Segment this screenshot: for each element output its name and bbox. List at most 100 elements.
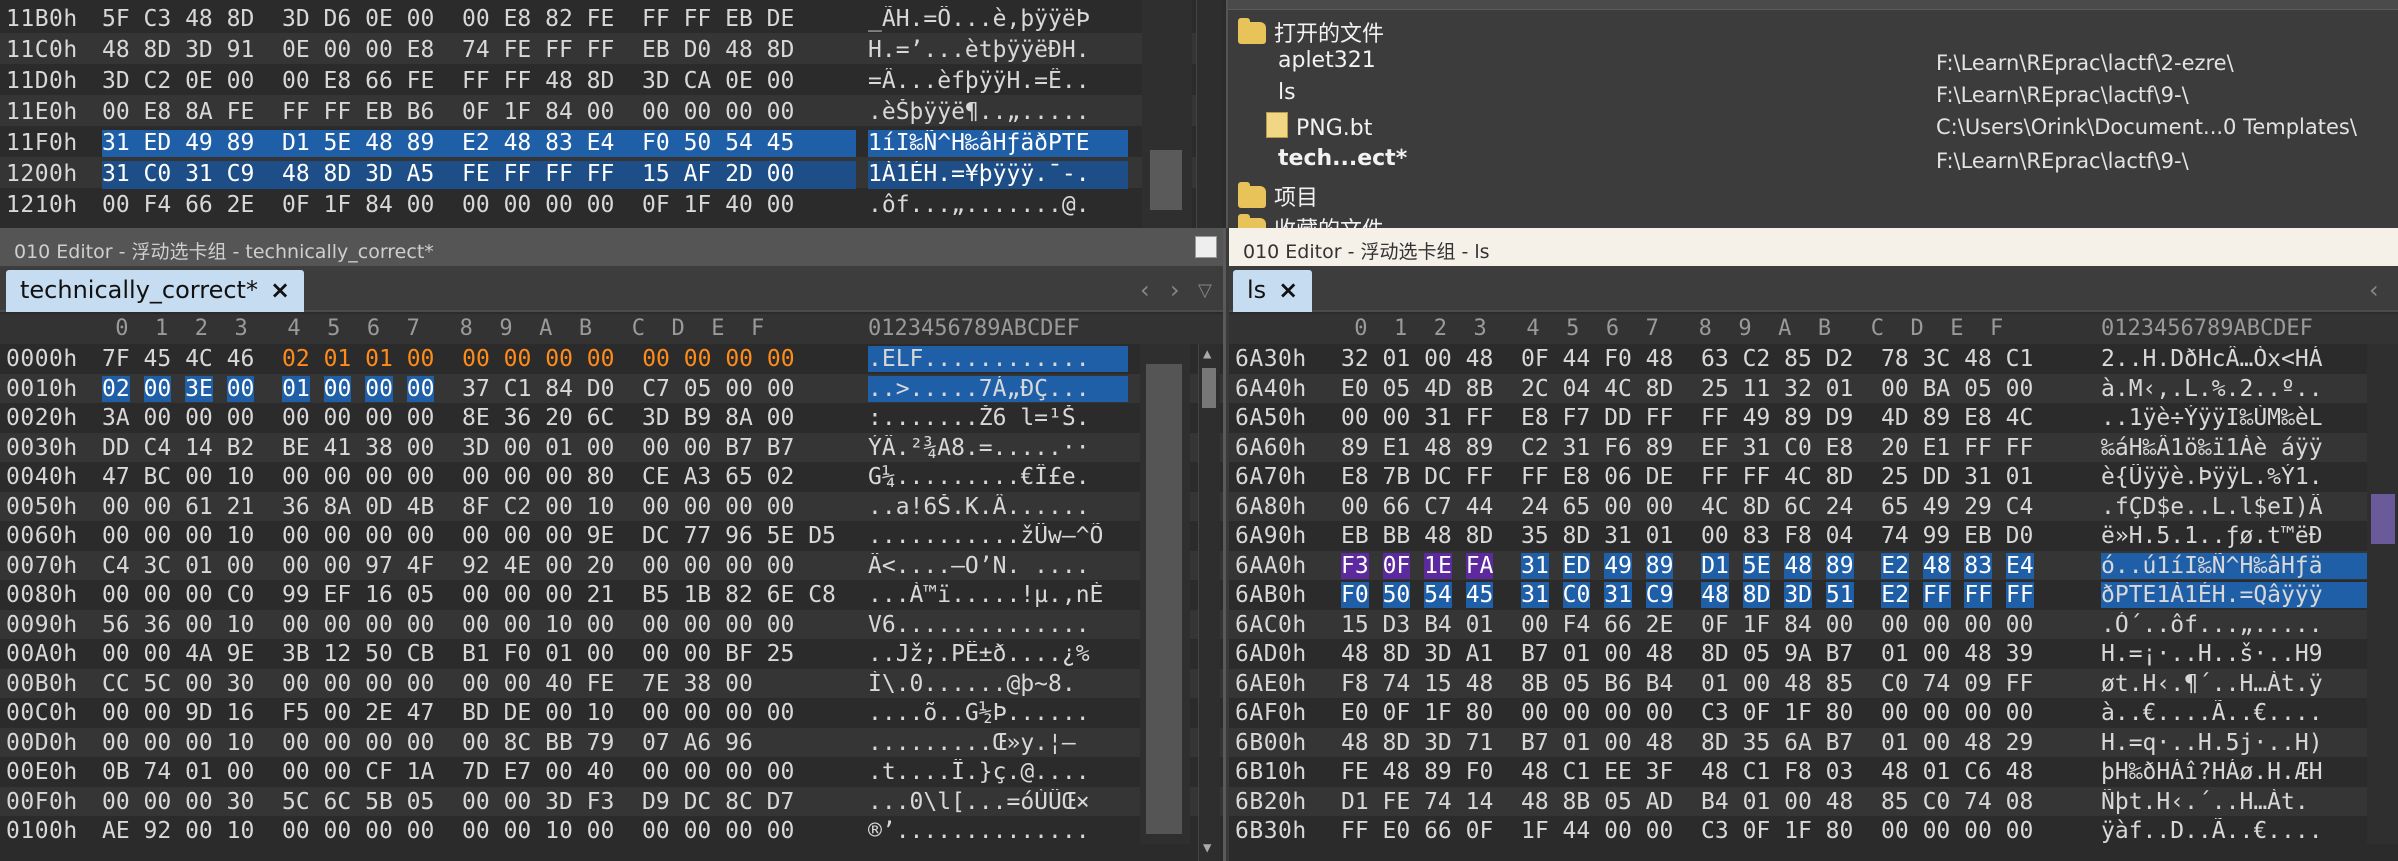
row-hex-bytes[interactable]: 02 00 3E 00 01 00 00 00 37 C1 84 D0 C7 0… (102, 375, 856, 402)
row-ascii[interactable]: .ELF............ (868, 346, 1128, 372)
hex-row[interactable]: 00D0h 00 00 00 10 00 00 00 00 00 8C BB 79… (0, 727, 1223, 757)
left-editor-window[interactable]: 010 Editor - 浮动选卡组 - technically_correct… (0, 228, 1226, 861)
row-ascii[interactable]: ÝÄ.²¾A8.=.....·· (868, 435, 1128, 461)
hex-row[interactable]: 11D0h 3D C2 0E 00 00 E8 66 FE FF FF 48 8D… (0, 64, 1200, 95)
row-ascii[interactable]: 2..H.DðHcÂ…Òx<HÁ (2101, 346, 2391, 372)
tab-prev-icon[interactable]: ‹ (2369, 276, 2379, 304)
row-ascii[interactable]: .Ó´..ôf...„..... (2101, 612, 2391, 638)
hex-rows[interactable]: 6A30h 32 01 00 48 0F 44 F0 48 63 C2 85 D2… (1229, 344, 2398, 846)
row-ascii[interactable]: H.=¡·..H..š·..H9 (2101, 641, 2391, 667)
hex-rows[interactable]: 0000h 7F 45 4C 46 02 01 01 00 00 00 00 00… (0, 344, 1223, 846)
row-hex-bytes[interactable]: 00 00 00 10 00 00 00 00 00 00 00 9E DC 7… (102, 523, 856, 549)
hex-row[interactable]: 6AE0h F8 74 15 48 8B 05 B6 B4 01 00 48 85… (1229, 668, 2398, 698)
hex-row[interactable]: 6B10h FE 48 89 F0 48 C1 EE 3F 48 C1 F8 03… (1229, 757, 2398, 787)
hex-row[interactable]: 0040h 47 BC 00 10 00 00 00 00 00 00 00 80… (0, 462, 1223, 492)
file-item-ls[interactable]: ls (1278, 80, 1296, 110)
hex-row[interactable]: 6A30h 32 01 00 48 0F 44 F0 48 63 C2 85 D2… (1229, 344, 2398, 374)
row-hex-bytes[interactable]: 48 8D 3D 71 B7 01 00 48 8D 35 6A B7 01 0… (1341, 730, 2095, 756)
row-hex-bytes[interactable]: AE 92 00 10 00 00 00 00 00 00 10 00 00 0… (102, 818, 856, 844)
row-ascii[interactable]: G¼.........€Î£e. (868, 464, 1128, 490)
row-ascii[interactable]: ..Jž;.PË±ð....¿% (868, 641, 1128, 667)
row-ascii[interactable]: ë»H.5.1..ƒø.t™ëÐ (2101, 523, 2391, 549)
hex-row[interactable]: 1210h 00 F4 66 2E 0F 1F 84 00 00 00 00 00… (0, 188, 1200, 219)
row-hex-bytes[interactable]: 00 F4 66 2E 0F 1F 84 00 00 00 00 00 0F 1… (102, 192, 856, 220)
file-item-aplet321[interactable]: aplet321 (1278, 48, 1376, 78)
file-item-png-bt[interactable]: PNG.bt (1266, 112, 1372, 142)
row-ascii[interactable]: ..a!6Š.K.Â...... (868, 494, 1128, 520)
row-ascii[interactable]: _ÃH.=Ö...è,þÿÿëÞ (868, 6, 1128, 34)
row-hex-bytes[interactable]: F8 74 15 48 8B 05 B6 B4 01 00 48 85 C0 7… (1341, 671, 2095, 697)
row-hex-bytes[interactable]: 56 36 00 10 00 00 00 00 00 00 10 00 00 0… (102, 612, 856, 638)
hex-row[interactable]: 0100h AE 92 00 10 00 00 00 00 00 00 10 00… (0, 816, 1223, 846)
hex-row[interactable]: 6AF0h E0 0F 1F 80 00 00 00 00 C3 0F 1F 80… (1229, 698, 2398, 728)
close-window-button[interactable] (1195, 236, 1217, 258)
favorites-group[interactable]: 收藏的文件 (1238, 212, 1384, 228)
row-hex-bytes[interactable]: 15 D3 B4 01 00 F4 66 2E 0F 1F 84 00 00 0… (1341, 612, 2095, 638)
hex-row[interactable]: 6AD0h 48 8D 3D A1 B7 01 00 48 8D 05 9A B7… (1229, 639, 2398, 669)
row-hex-bytes[interactable]: D1 FE 74 14 48 8B 05 AD B4 01 00 48 85 C… (1341, 789, 2095, 815)
row-hex-bytes[interactable]: 00 E8 8A FE FF FF EB B6 0F 1F 84 00 00 0… (102, 99, 856, 127)
hex-row[interactable]: 0090h 56 36 00 10 00 00 00 00 00 00 10 00… (0, 609, 1223, 639)
hex-row[interactable]: 0010h 02 00 3E 00 01 00 00 00 37 C1 84 D0… (0, 373, 1223, 403)
row-ascii[interactable]: 1À1ÉH.=¥þÿÿÿ.¯-. (868, 161, 1128, 189)
row-ascii[interactable]: ó..ú1íI‰Ñ^H‰âHƒä (2101, 552, 2391, 579)
hex-row[interactable]: 0050h 00 00 61 21 36 8A 0D 4B 8F C2 00 10… (0, 491, 1223, 521)
row-hex-bytes[interactable]: 7F 45 4C 46 02 01 01 00 00 00 00 00 00 0… (102, 346, 856, 372)
open-files-group[interactable]: 打开的文件 (1238, 16, 1384, 47)
row-hex-bytes[interactable]: CC 5C 00 30 00 00 00 00 00 00 40 FE 7E 3… (102, 671, 856, 697)
row-ascii[interactable]: Ñþt.H‹.­´..H…Àt. (2101, 789, 2391, 815)
tab-ls[interactable]: ls × (1233, 270, 1313, 312)
tab-technically-correct[interactable]: technically_correct* × (6, 270, 305, 312)
row-ascii[interactable]: ÿàf..D..Ã..€.... (2101, 818, 2391, 844)
hex-row[interactable]: 0060h 00 00 00 10 00 00 00 00 00 00 00 9E… (0, 521, 1223, 551)
row-hex-bytes[interactable]: 00 00 31 FF E8 F7 DD FF FF 49 89 D9 4D 8… (1341, 405, 2095, 431)
top-minimap[interactable] (1142, 0, 1192, 228)
hex-row[interactable]: 6AB0h F0 50 54 45 31 C0 31 C9 48 8D 3D 51… (1229, 580, 2398, 610)
hex-row[interactable]: 0080h 00 00 00 C0 99 EF 16 05 00 00 00 21… (0, 580, 1223, 610)
hex-row[interactable]: 6B20h D1 FE 74 14 48 8B 05 AD B4 01 00 48… (1229, 786, 2398, 816)
row-ascii[interactable]: ...........žÜw–^Õ (868, 523, 1128, 549)
hex-row[interactable]: 6B00h 48 8D 3D 71 B7 01 00 48 8D 35 6A B7… (1229, 727, 2398, 757)
row-ascii[interactable]: øt.H‹.¶´..H…Àt.ÿ (2101, 671, 2391, 697)
scroll-thumb[interactable] (1202, 368, 1216, 408)
row-hex-bytes[interactable]: FE 48 89 F0 48 C1 EE 3F 48 C1 F8 03 48 0… (1341, 759, 2095, 785)
hex-row[interactable]: 00C0h 00 00 9D 16 F5 00 2E 47 BD DE 00 10… (0, 698, 1223, 728)
row-hex-bytes[interactable]: EB BB 48 8D 35 8D 31 01 00 83 F8 04 74 9… (1341, 523, 2095, 549)
row-ascii[interactable]: ...0\l[...=óÙÜŒ× (868, 789, 1128, 815)
row-hex-bytes[interactable]: 5F C3 48 8D 3D D6 0E 00 00 E8 82 FE FF F… (102, 6, 856, 34)
row-ascii[interactable]: è{Üÿÿè.ÞÿÿL.%Ý1. (2101, 464, 2391, 490)
row-hex-bytes[interactable]: F3 0F 1E FA 31 ED 49 89 D1 5E 48 89 E2 4… (1341, 552, 2095, 579)
hex-row[interactable]: 1200h 31 C0 31 C9 48 8D 3D A5 FE FF FF FF… (0, 157, 1200, 189)
row-ascii[interactable]: Ä<....—O’N. .... (868, 553, 1128, 579)
row-ascii[interactable]: :.......Ž6 l=¹Š. (868, 405, 1128, 431)
scroll-down-icon[interactable]: ▼ (1203, 840, 1211, 856)
hex-row[interactable]: 6B30h FF E0 66 0F 1F 44 00 00 C3 0F 1F 80… (1229, 816, 2398, 846)
row-hex-bytes[interactable]: 48 8D 3D A1 B7 01 00 48 8D 05 9A B7 01 0… (1341, 641, 2095, 667)
row-ascii[interactable]: .t....Ï.}ç.@.... (868, 759, 1128, 785)
hex-row[interactable]: 00F0h 00 00 00 30 5C 6C 5B 05 00 00 3D F3… (0, 786, 1223, 816)
row-hex-bytes[interactable]: E0 05 4D 8B 2C 04 4C 8D 25 11 32 01 00 B… (1341, 376, 2095, 402)
row-hex-bytes[interactable]: 89 E1 48 89 C2 31 F6 89 EF 31 C0 E8 20 E… (1341, 435, 2095, 461)
row-ascii[interactable]: .fÇD$e..L.l$eI)Ä (2101, 494, 2391, 520)
row-hex-bytes[interactable]: 48 8D 3D 91 0E 00 00 E8 74 FE FF FF EB D… (102, 37, 856, 65)
row-hex-bytes[interactable]: 31 C0 31 C9 48 8D 3D A5 FE FF FF FF 15 A… (102, 161, 856, 189)
file-item-technically-correct[interactable]: tech...ect* (1278, 146, 1407, 176)
hex-row[interactable]: 6A90h EB BB 48 8D 35 8D 31 01 00 83 F8 04… (1229, 521, 2398, 551)
hex-row[interactable]: 0020h 3A 00 00 00 00 00 00 00 8E 36 20 6C… (0, 403, 1223, 433)
hex-row[interactable]: 6AA0h F3 0F 1E FA 31 ED 49 89 D1 5E 48 89… (1229, 550, 2398, 580)
hex-row[interactable]: 6AC0h 15 D3 B4 01 00 F4 66 2E 0F 1F 84 00… (1229, 609, 2398, 639)
row-hex-bytes[interactable]: 0B 74 01 00 00 00 CF 1A 7D E7 00 40 00 0… (102, 759, 856, 785)
hex-row[interactable]: 6A50h 00 00 31 FF E8 F7 DD FF FF 49 89 D9… (1229, 403, 2398, 433)
window-title[interactable]: 010 Editor - 浮动选卡组 - ls (1229, 228, 2398, 266)
left-vertical-scrollbar[interactable]: ▲ ▼ (1198, 344, 1220, 861)
row-ascii[interactable]: .ôf...„.......@. (868, 192, 1128, 220)
row-ascii[interactable]: =Â...èfþÿÿH.=Ê.. (868, 68, 1128, 96)
row-hex-bytes[interactable]: 00 00 00 30 5C 6C 5B 05 00 00 3D F3 D9 D… (102, 789, 856, 815)
hex-row[interactable]: 11C0h 48 8D 3D 91 0E 00 00 E8 74 FE FF FF… (0, 33, 1200, 64)
row-hex-bytes[interactable]: 00 00 9D 16 F5 00 2E 47 BD DE 00 10 00 0… (102, 700, 856, 726)
hex-row[interactable]: 6A40h E0 05 4D 8B 2C 04 4C 8D 25 11 32 01… (1229, 373, 2398, 403)
hex-row[interactable]: 6A80h 00 66 C7 44 24 65 00 00 4C 8D 6C 24… (1229, 491, 2398, 521)
hex-row[interactable]: 11B0h 5F C3 48 8D 3D D6 0E 00 00 E8 82 FE… (0, 2, 1200, 33)
row-hex-bytes[interactable]: 47 BC 00 10 00 00 00 00 00 00 00 80 CE A… (102, 464, 856, 490)
hex-row[interactable]: 0070h C4 3C 01 00 00 00 97 4F 92 4E 00 20… (0, 550, 1223, 580)
